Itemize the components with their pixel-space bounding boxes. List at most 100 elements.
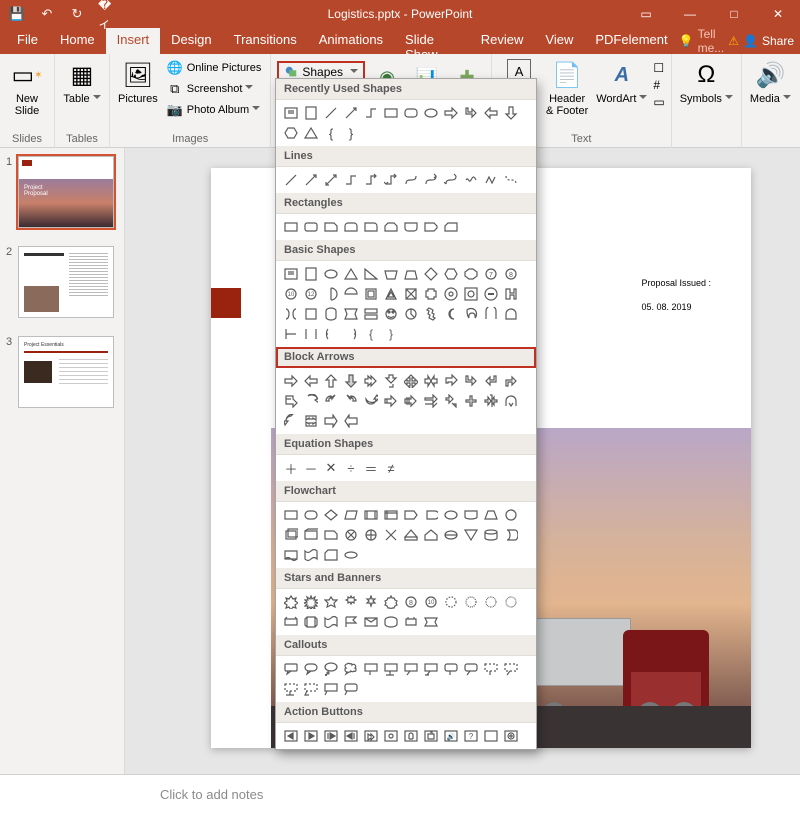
tab-transitions[interactable]: Transitions <box>223 28 308 54</box>
stars-grid-shape-4[interactable] <box>362 593 380 611</box>
stars-grid-shape-0[interactable] <box>282 593 300 611</box>
stars-grid-shape-14[interactable] <box>322 613 340 631</box>
action-grid-shape-11[interactable] <box>502 727 520 745</box>
shape-triangle[interactable] <box>302 124 320 142</box>
stars-grid-shape-10[interactable] <box>482 593 500 611</box>
action-grid-shape-8[interactable]: 🔊 <box>442 727 460 745</box>
basic-grid-shape-0[interactable] <box>282 265 300 283</box>
action-grid-shape-0[interactable] <box>282 727 300 745</box>
shape-arrow-d[interactable] <box>502 104 520 122</box>
arrows-grid-shape-27[interactable] <box>342 412 360 430</box>
basic-grid-shape-40[interactable]: { <box>362 325 380 343</box>
basic-grid-shape-22[interactable] <box>482 285 500 303</box>
arrows-grid-shape-23[interactable] <box>502 392 520 410</box>
media-button[interactable]: 🔊 Media <box>748 57 793 148</box>
action-grid-shape-6[interactable] <box>402 727 420 745</box>
flow-grid-shape-4[interactable] <box>362 506 380 524</box>
arrows-grid-shape-9[interactable] <box>462 372 480 390</box>
basic-grid-shape-21[interactable] <box>462 285 480 303</box>
share-button[interactable]: 👤 Share <box>743 34 794 48</box>
line-2[interactable] <box>302 171 320 189</box>
flow-grid-shape-1[interactable] <box>302 506 320 524</box>
rect-6[interactable] <box>382 218 400 236</box>
line-1[interactable] <box>282 171 300 189</box>
flow-grid-shape-18[interactable] <box>402 526 420 544</box>
stars-grid-shape-5[interactable] <box>382 593 400 611</box>
action-grid-shape-7[interactable] <box>422 727 440 745</box>
shape-rect[interactable] <box>382 104 400 122</box>
line-10[interactable] <box>462 171 480 189</box>
callouts-grid-shape-11[interactable] <box>502 660 520 678</box>
flow-grid-shape-24[interactable] <box>282 546 300 564</box>
stars-grid-shape-2[interactable] <box>322 593 340 611</box>
shape-line-arrow[interactable] <box>342 104 360 122</box>
screenshot-button[interactable]: ⧉ Screenshot <box>164 80 265 98</box>
basic-grid-shape-20[interactable] <box>442 285 460 303</box>
arrows-grid-shape-5[interactable] <box>382 372 400 390</box>
flow-grid-shape-20[interactable] <box>442 526 460 544</box>
callouts-grid-shape-6[interactable] <box>402 660 420 678</box>
callouts-grid-shape-8[interactable] <box>442 660 460 678</box>
redo-icon[interactable]: ↻ <box>68 5 86 23</box>
basic-grid-shape-7[interactable] <box>422 265 440 283</box>
arrows-grid-shape-21[interactable] <box>462 392 480 410</box>
thumb-1[interactable]: 1 Project Proposal <box>6 156 118 228</box>
shape-textbox-v[interactable] <box>302 104 320 122</box>
line-6[interactable] <box>382 171 400 189</box>
basic-grid-shape-33[interactable] <box>462 305 480 323</box>
eq-neq[interactable]: ≠ <box>382 459 400 477</box>
callouts-grid-shape-10[interactable] <box>482 660 500 678</box>
arrows-grid-shape-11[interactable] <box>502 372 520 390</box>
callouts-grid-shape-2[interactable] <box>322 660 340 678</box>
stars-grid-shape-3[interactable] <box>342 593 360 611</box>
arrows-grid-shape-15[interactable] <box>342 392 360 410</box>
shape-arrow-r[interactable] <box>442 104 460 122</box>
arrows-grid-shape-25[interactable] <box>302 412 320 430</box>
thumb-2[interactable]: 2 <box>6 246 118 318</box>
basic-grid-shape-12[interactable]: 10 <box>282 285 300 303</box>
basic-grid-shape-10[interactable]: 7 <box>482 265 500 283</box>
stars-grid-shape-18[interactable] <box>402 613 420 631</box>
action-grid-shape-9[interactable]: ? <box>462 727 480 745</box>
tab-insert[interactable]: Insert <box>106 28 161 54</box>
flow-grid-shape-2[interactable] <box>322 506 340 524</box>
eq-div[interactable]: ÷ <box>342 459 360 477</box>
flow-grid-shape-9[interactable] <box>462 506 480 524</box>
action-grid-shape-3[interactable] <box>342 727 360 745</box>
date-time-icon[interactable]: ☐ <box>653 61 664 75</box>
basic-grid-shape-25[interactable] <box>302 305 320 323</box>
tab-view[interactable]: View <box>534 28 584 54</box>
basic-grid-shape-3[interactable] <box>342 265 360 283</box>
notes-pane[interactable]: Click to add notes <box>0 774 800 814</box>
arrows-grid-shape-10[interactable] <box>482 372 500 390</box>
flow-grid-shape-16[interactable] <box>362 526 380 544</box>
basic-grid-shape-39[interactable] <box>342 325 360 343</box>
thumb-3[interactable]: 3 Project Essentials <box>6 336 118 408</box>
minimize-icon[interactable]: — <box>668 0 712 28</box>
callouts-grid-shape-14[interactable] <box>322 680 340 698</box>
stars-grid-shape-17[interactable] <box>382 613 400 631</box>
rect-1[interactable] <box>282 218 300 236</box>
tab-slideshow[interactable]: Slide Show <box>394 28 470 54</box>
basic-grid-shape-16[interactable] <box>362 285 380 303</box>
pictures-button[interactable]: 🖼 Pictures <box>116 57 160 131</box>
arrows-grid-shape-8[interactable] <box>442 372 460 390</box>
flow-grid-shape-15[interactable] <box>342 526 360 544</box>
ribbon-display-icon[interactable]: ▭ <box>624 0 668 28</box>
action-grid-shape-10[interactable] <box>482 727 500 745</box>
shape-hexagon[interactable] <box>282 124 300 142</box>
start-from-beginning-icon[interactable]: �ィ <box>98 5 116 23</box>
photo-album-button[interactable]: 📷 Photo Album <box>164 101 265 119</box>
flow-grid-shape-25[interactable] <box>302 546 320 564</box>
stars-grid-shape-11[interactable] <box>502 593 520 611</box>
callouts-grid-shape-3[interactable] <box>342 660 360 678</box>
tab-file[interactable]: File <box>6 28 49 54</box>
shape-connector[interactable] <box>362 104 380 122</box>
arrows-grid-shape-13[interactable] <box>302 392 320 410</box>
arrows-grid-shape-2[interactable] <box>322 372 340 390</box>
callouts-grid-shape-12[interactable] <box>282 680 300 698</box>
table-button[interactable]: ▦ Table <box>61 57 103 131</box>
flow-grid-shape-12[interactable] <box>282 526 300 544</box>
shape-arrow-l[interactable] <box>482 104 500 122</box>
stars-grid-shape-1[interactable] <box>302 593 320 611</box>
